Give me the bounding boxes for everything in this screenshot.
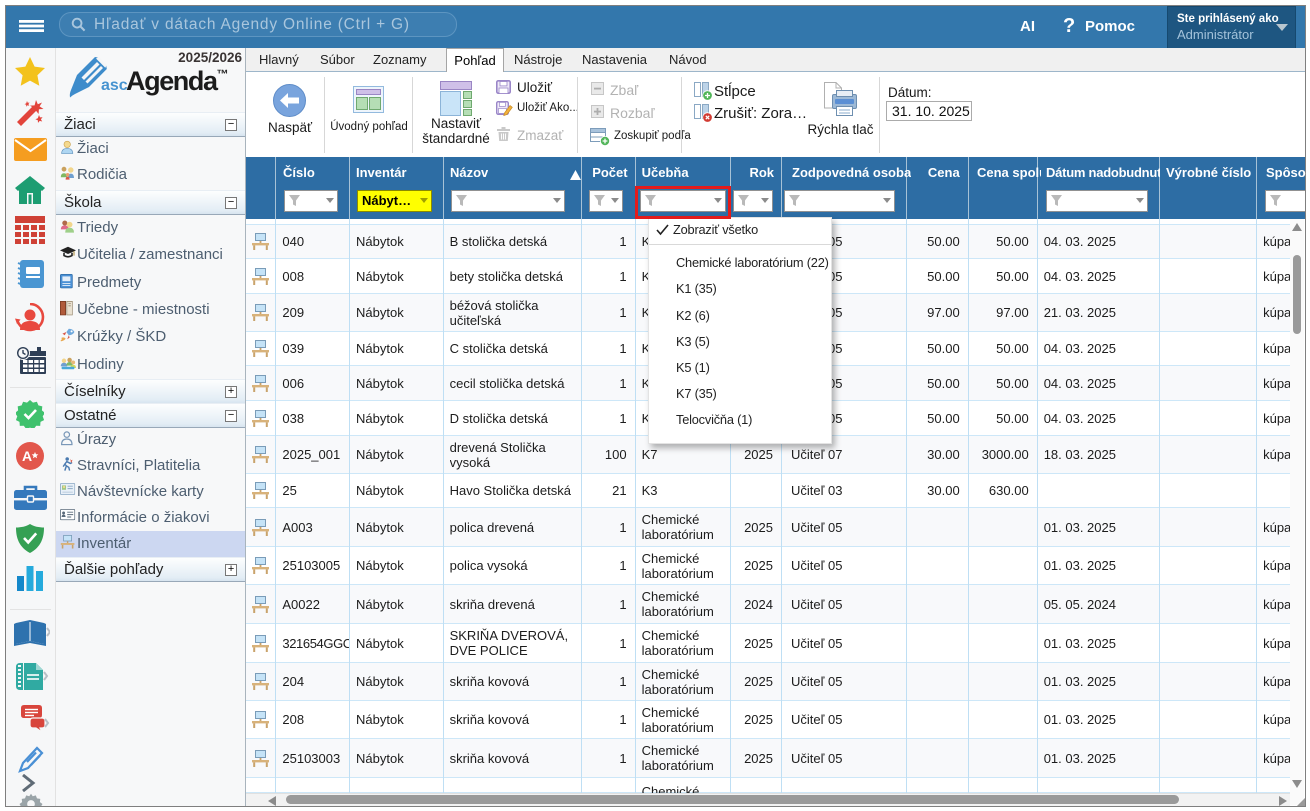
svg-text:A: A: [22, 448, 32, 464]
